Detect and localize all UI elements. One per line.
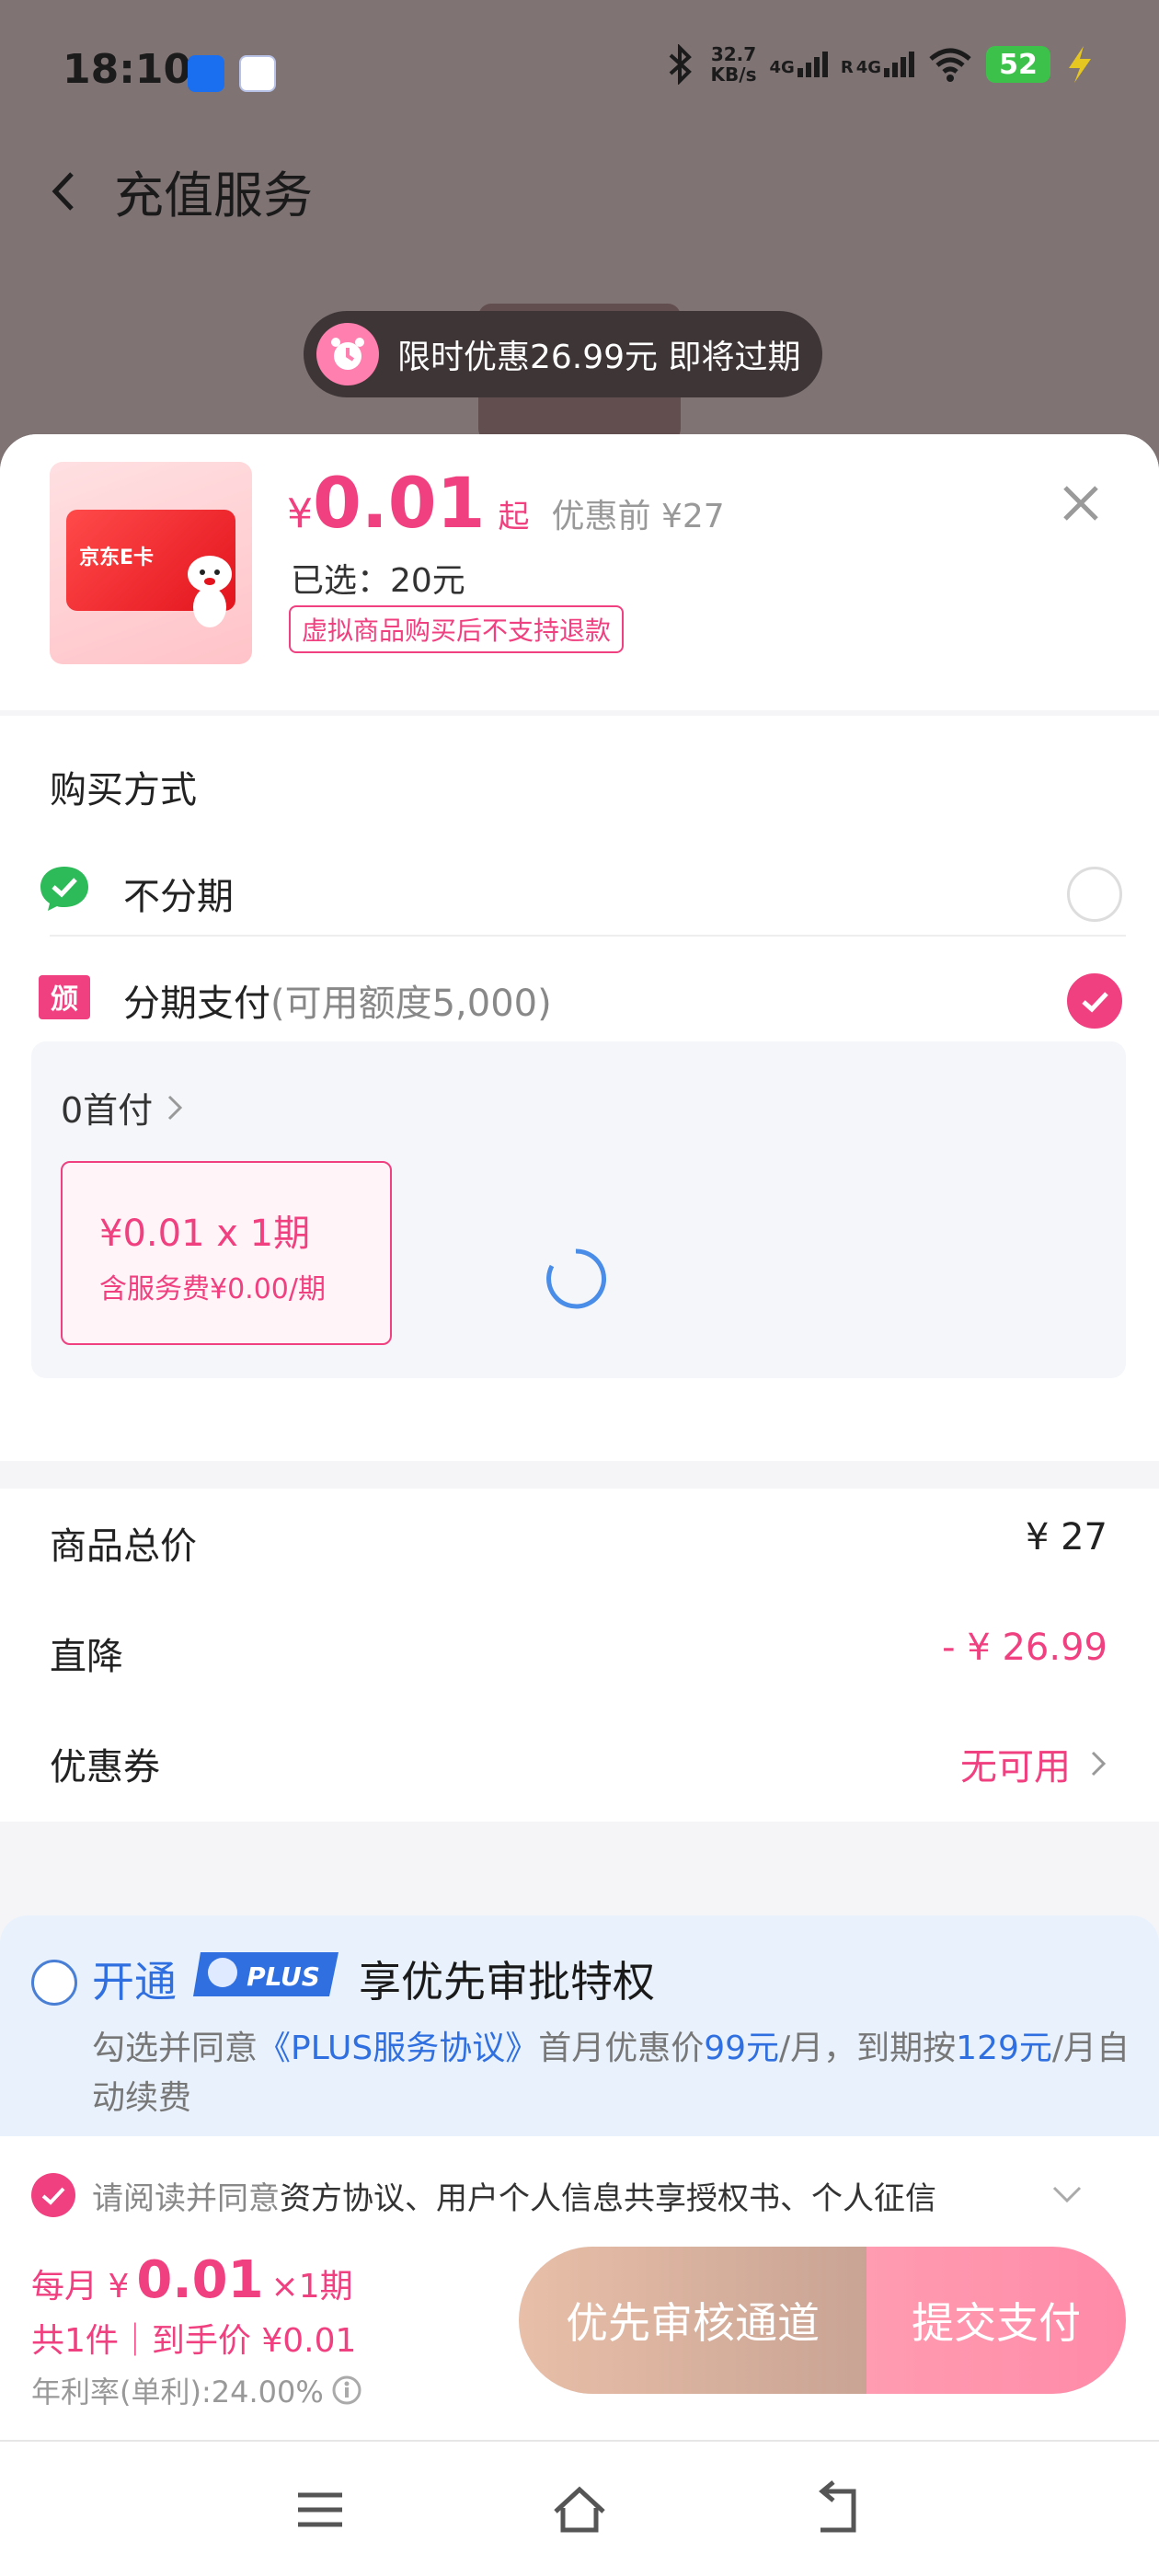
- plus-open-label: 开通: [92, 1957, 177, 2007]
- signal-sim2-icon: R 4G: [841, 52, 914, 77]
- radio-installment[interactable]: [1067, 973, 1122, 1029]
- svg-text:颁: 颁: [51, 983, 78, 1016]
- total-price-row: 商品总价 ¥ 27: [50, 1516, 1107, 1571]
- alarm-clock-icon: [316, 323, 379, 385]
- battery-icon: 52: [986, 46, 1050, 83]
- checkout-sheet: 京东E卡 ¥ 0.01 起 优惠前 ¥27 已选：20元 虚拟商品购买后不支持退…: [0, 434, 1159, 2440]
- option-label: 分期支付(可用额度5,000): [123, 983, 552, 1025]
- total-price-value: ¥ 27: [1025, 1516, 1107, 1558]
- discount-row: 直降 - ¥ 26.99: [50, 1627, 1107, 1682]
- coupon-label: 优惠券: [50, 1746, 160, 1788]
- chevron-down-icon[interactable]: [1049, 2180, 1085, 2208]
- option-no-installment[interactable]: 不分期: [0, 830, 1159, 949]
- product-image: 京东E卡: [50, 462, 252, 664]
- system-navigation-bar: [0, 2440, 1159, 2576]
- apr-info: 年利率(单利):24.00%: [31, 2369, 362, 2411]
- action-buttons: 优先审核通道 提交支付: [519, 2247, 1126, 2394]
- coupon-row[interactable]: 优惠券 无可用: [50, 1737, 1107, 1792]
- payment-summary: 每月 ¥0.01 ×1期 共1件｜到手价 ¥0.01 年利率(单利):24.00%: [31, 2250, 362, 2411]
- jd-ecard: 京东E卡: [66, 510, 235, 627]
- chevron-right-icon: [168, 1095, 183, 1120]
- signal-sim1-icon: 4G: [770, 52, 828, 77]
- section-title: 购买方式: [50, 769, 197, 811]
- radio-no-installment[interactable]: [1067, 867, 1122, 922]
- agreement-text: 请阅读并同意资方协议、用户个人信息共享授权书、个人征信: [92, 2180, 936, 2217]
- home-icon[interactable]: [550, 2480, 609, 2539]
- plus-membership-offer: 开通 PLUS 享优先审批特权 勾选并同意《PLUS服务协议》首月优惠价99元/…: [0, 1915, 1159, 2136]
- monthly-payment: 每月 ¥0.01 ×1期: [31, 2250, 353, 2310]
- installment-logo-icon: 颁: [39, 975, 90, 1019]
- price-breakdown: 商品总价 ¥ 27 直降 - ¥ 26.99 优惠券 无可用: [0, 1489, 1159, 1822]
- refund-notice-badge: 虚拟商品购买后不支持退款: [289, 605, 625, 653]
- info-icon[interactable]: [331, 2375, 362, 2406]
- coupon-value[interactable]: 无可用: [960, 1737, 1107, 1790]
- bluetooth-icon: [669, 44, 692, 85]
- total-price-label: 商品总价: [50, 1525, 197, 1568]
- option-installment[interactable]: 颁 分期支付(可用额度5,000): [0, 937, 1159, 1056]
- option-label: 不分期: [123, 876, 234, 918]
- status-bar: 18:10 32.7 KB/s 4G R 4G 52: [0, 0, 1159, 138]
- currency-symbol: ¥: [287, 490, 313, 537]
- selected-denomination: 已选：20元: [291, 562, 465, 600]
- charging-icon: [1069, 46, 1091, 83]
- installment-plan-card[interactable]: ¥0.01 x 1期 含服务费¥0.00/期: [61, 1161, 392, 1345]
- discount-value: - ¥ 26.99: [942, 1627, 1107, 1669]
- page-header: 充值服务: [46, 155, 313, 227]
- wifi-icon: [929, 48, 971, 82]
- plus-description: 勾选并同意《PLUS服务协议》首月优惠价99元/月，到期按129元/月自动续费: [92, 2030, 1130, 2117]
- submit-payment-button[interactable]: 提交支付: [866, 2247, 1126, 2394]
- installment-panel: 0首付 ¥0.01 x 1期 含服务费¥0.00/期: [31, 1041, 1126, 1378]
- status-time: 18:10: [63, 46, 192, 93]
- plan-fee: 含服务费¥0.00/期: [99, 1273, 326, 1305]
- price-row: ¥ 0.01 起 优惠前 ¥27: [287, 462, 725, 544]
- promo-text: 限时优惠26.99元 即将过期: [397, 339, 801, 376]
- app-notification-icon: [188, 55, 224, 92]
- priority-review-button[interactable]: 优先审核通道: [519, 2247, 866, 2394]
- original-price: 优惠前 ¥27: [551, 498, 725, 535]
- order-summary: 共1件｜到手价 ¥0.01: [31, 2322, 357, 2360]
- price-from-label: 起: [498, 499, 530, 535]
- plus-badge-icon: PLUS: [193, 1952, 339, 1996]
- menu-icon[interactable]: [291, 2480, 350, 2539]
- promo-banner: 限时优惠26.99元 即将过期: [304, 311, 822, 397]
- agreement-docs-link[interactable]: 资方协议、用户个人信息共享授权书、个人征信: [280, 2180, 936, 2217]
- loading-spinner-icon: [546, 1248, 606, 1309]
- close-icon[interactable]: [1058, 480, 1104, 526]
- jd-mascot-icon: [188, 556, 232, 627]
- agreement-checkbox[interactable]: [31, 2173, 75, 2217]
- plus-opt-in-radio[interactable]: [31, 1960, 77, 2006]
- net-speed: 32.7 KB/s: [710, 43, 757, 86]
- app-notification-icon: [239, 55, 276, 92]
- agreement-row: 请阅读并同意资方协议、用户个人信息共享授权书、个人征信: [0, 2136, 1159, 2247]
- page-title: 充值服务: [114, 167, 313, 224]
- status-indicators: 32.7 KB/s 4G R 4G 52: [661, 44, 1095, 85]
- wechat-pay-icon: [40, 867, 88, 911]
- back-icon[interactable]: [809, 2480, 868, 2539]
- chevron-right-icon: [1091, 1751, 1107, 1777]
- plus-agreement-link[interactable]: 《PLUS服务协议》: [258, 2030, 538, 2067]
- svg-text:PLUS: PLUS: [247, 1961, 320, 1992]
- plus-privilege-text: 享优先审批特权: [359, 1957, 655, 2007]
- down-payment-selector[interactable]: 0首付: [61, 1082, 184, 1133]
- product-summary: 京东E卡 ¥ 0.01 起 优惠前 ¥27 已选：20元 虚拟商品购买后不支持退…: [0, 434, 1159, 710]
- plan-amount: ¥0.01 x 1期: [99, 1213, 311, 1255]
- product-price: 0.01: [313, 462, 486, 544]
- checkout-footer: 每月 ¥0.01 ×1期 共1件｜到手价 ¥0.01 年利率(单利):24.00%…: [0, 2247, 1159, 2440]
- discount-label: 直降: [50, 1636, 123, 1678]
- back-arrow-icon[interactable]: [46, 168, 83, 214]
- purchase-method-section: 购买方式 不分期 颁 分期支付(可用额度5,000) 0首付 ¥0.01 x 1…: [0, 716, 1159, 1461]
